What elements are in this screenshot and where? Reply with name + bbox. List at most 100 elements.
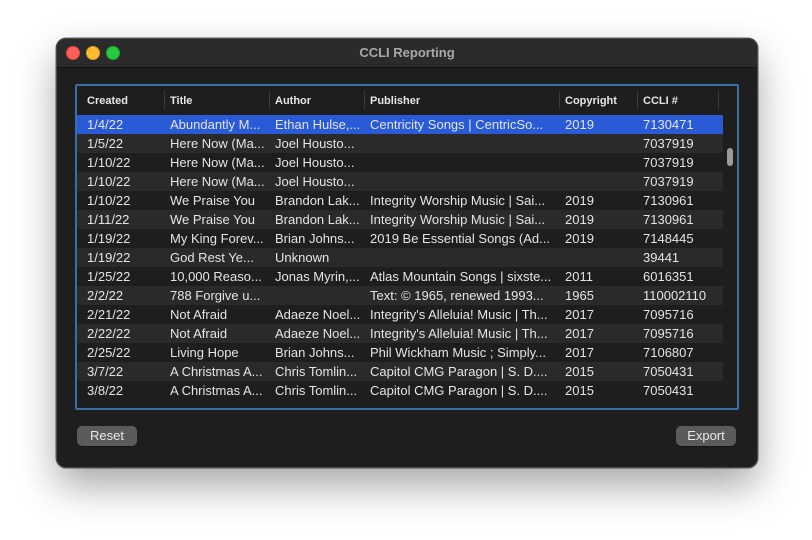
- cell-created: 2/21/22: [87, 307, 131, 322]
- cell-copyright: 1965: [565, 288, 594, 303]
- cell-created: 2/2/22: [87, 288, 124, 303]
- cell-publisher: [365, 134, 560, 153]
- vertical-scrollbar-track[interactable]: [723, 115, 737, 406]
- cell-title: 10,000 Reaso...: [170, 269, 262, 284]
- table-body: 1/4/22 Abundantly M... Ethan Hulse,... Cent…: [77, 115, 723, 400]
- cell-publisher: Integrity Worship Music | Sai...: [370, 193, 546, 208]
- table-row[interactable]: 1/10/22 Here Now (Ma... Joel Housto... 7037…: [77, 153, 723, 172]
- table-row[interactable]: 2/2/22 788 Forgive u... Text: © 1965, rene…: [77, 286, 723, 305]
- window-title: CCLI Reporting: [359, 45, 455, 60]
- cell-title: Not Afraid: [170, 326, 228, 341]
- cell-copyright: 2017: [565, 307, 594, 322]
- column-header-author[interactable]: Author: [270, 95, 364, 111]
- table-row[interactable]: 2/21/22 Not Afraid Adaeze Noel... Integrity…: [77, 305, 723, 324]
- table-row[interactable]: 2/25/22 Living Hope Brian Johns... Phil Wic…: [77, 343, 723, 362]
- ccli-reporting-window: CCLI Reporting Created Title Author Publ…: [56, 38, 758, 468]
- cell-copyright: 2019: [565, 231, 594, 246]
- cell-author: Joel Housto...: [275, 174, 355, 189]
- cell-created: 1/25/22: [87, 269, 131, 284]
- cell-ccli: 7050431: [643, 364, 694, 379]
- cell-ccli: 7095716: [643, 326, 694, 341]
- cell-title: 788 Forgive u...: [170, 288, 261, 303]
- cell-author: Adaeze Noel...: [275, 326, 361, 341]
- column-header-publisher[interactable]: Publisher: [365, 95, 560, 111]
- cell-author: [270, 286, 364, 305]
- table-row[interactable]: 1/10/22 Here Now (Ma... Joel Housto... 7037…: [77, 172, 723, 191]
- cell-title: Here Now (Ma...: [170, 155, 265, 170]
- cell-author: Brandon Lak...: [275, 212, 360, 227]
- column-header-copyright[interactable]: Copyright: [560, 95, 638, 111]
- column-header-ccli[interactable]: CCLI #: [638, 95, 718, 111]
- cell-copyright: 2019: [565, 193, 594, 208]
- cell-publisher: Text: © 1965, renewed 1993...: [370, 288, 544, 303]
- cell-copyright: [560, 172, 638, 191]
- cell-publisher: Centricity Songs | CentricSo...: [370, 117, 544, 132]
- cell-ccli: 7037919: [643, 174, 694, 189]
- column-header-title[interactable]: Title: [165, 95, 270, 111]
- cell-copyright: 2011: [565, 269, 593, 284]
- cell-title: God Rest Ye...: [170, 250, 254, 265]
- cell-ccli: 110002110: [643, 288, 707, 303]
- table-row[interactable]: 1/19/22 My King Forev... Brian Johns... 201…: [77, 229, 723, 248]
- cell-ccli: 7130961: [643, 193, 694, 208]
- cell-ccli: 7037919: [643, 155, 694, 170]
- cell-created: 3/7/22: [87, 364, 124, 379]
- cell-author: Joel Housto...: [275, 155, 355, 170]
- cell-publisher: Integrity's Alleluia! Music | Th...: [370, 307, 548, 322]
- cell-created: 1/19/22: [87, 231, 131, 246]
- cell-ccli: 7050431: [643, 383, 694, 398]
- cell-publisher: Integrity's Alleluia! Music | Th...: [370, 326, 548, 341]
- table-row[interactable]: 1/25/22 10,000 Reaso... Jonas Myrin,... Atl…: [77, 267, 723, 286]
- title-bar: CCLI Reporting: [57, 39, 757, 68]
- cell-title: Not Afraid: [170, 307, 228, 322]
- table-row[interactable]: 1/19/22 God Rest Ye... Unknown 39441: [77, 248, 723, 267]
- cell-publisher: 2019 Be Essential Songs (Ad...: [370, 231, 550, 246]
- table-row[interactable]: 2/22/22 Not Afraid Adaeze Noel... Integrity…: [77, 324, 723, 343]
- cell-publisher: Capitol CMG Paragon | S. D....: [370, 383, 548, 398]
- table-row[interactable]: 1/10/22 We Praise You Brandon Lak... Integr…: [77, 191, 723, 210]
- cell-title: We Praise You: [170, 212, 256, 227]
- table-header: Created Title Author Publisher Copyright…: [77, 86, 737, 116]
- cell-publisher: [365, 248, 560, 267]
- table-row[interactable]: 1/4/22 Abundantly M... Ethan Hulse,... Cent…: [77, 115, 723, 134]
- column-divider[interactable]: [718, 91, 719, 109]
- cell-ccli: 7130471: [643, 117, 694, 132]
- cell-publisher: [365, 153, 560, 172]
- cell-created: 1/19/22: [87, 250, 131, 265]
- cell-ccli: 7095716: [643, 307, 694, 322]
- cell-created: 1/10/22: [87, 193, 131, 208]
- vertical-scrollbar-thumb[interactable]: [727, 148, 733, 166]
- table-row[interactable]: 1/5/22 Here Now (Ma... Joel Housto... 70379…: [77, 134, 723, 153]
- cell-copyright: 2017: [565, 345, 594, 360]
- cell-ccli: 7148445: [643, 231, 694, 246]
- reset-button[interactable]: Reset: [77, 426, 137, 446]
- table-row[interactable]: 3/7/22 A Christmas A... Chris Tomlin... Cap…: [77, 362, 723, 381]
- cell-created: 2/22/22: [87, 326, 131, 341]
- cell-title: Here Now (Ma...: [170, 174, 265, 189]
- cell-created: 2/25/22: [87, 345, 131, 360]
- cell-ccli: 6016351: [643, 269, 694, 284]
- cell-title: Abundantly M...: [170, 117, 261, 132]
- cell-author: Unknown: [275, 250, 330, 265]
- cell-ccli: 39441: [643, 250, 680, 265]
- cell-title: My King Forev...: [170, 231, 264, 246]
- cell-copyright: 2015: [565, 364, 594, 379]
- table-row[interactable]: 3/8/22 A Christmas A... Chris Tomlin... Cap…: [77, 381, 723, 400]
- cell-author: Brian Johns...: [275, 345, 355, 360]
- cell-author: Joel Housto...: [275, 136, 355, 151]
- cell-publisher: Phil Wickham Music ; Simply...: [370, 345, 547, 360]
- export-button[interactable]: Export: [676, 426, 736, 446]
- cell-author: Adaeze Noel...: [275, 307, 361, 322]
- cell-created: 1/5/22: [87, 136, 124, 151]
- cell-created: 1/10/22: [87, 155, 131, 170]
- cell-author: Chris Tomlin...: [275, 364, 358, 379]
- cell-copyright: 2019: [565, 117, 594, 132]
- cell-author: Brian Johns...: [275, 231, 355, 246]
- cell-publisher: [365, 172, 560, 191]
- table-row[interactable]: 1/11/22 We Praise You Brandon Lak... Integr…: [77, 210, 723, 229]
- cell-copyright: [560, 153, 638, 172]
- cell-title: Here Now (Ma...: [170, 136, 265, 151]
- ccli-table[interactable]: Created Title Author Publisher Copyright…: [75, 84, 739, 410]
- column-header-created[interactable]: Created: [82, 95, 164, 111]
- cell-title: Living Hope: [170, 345, 239, 360]
